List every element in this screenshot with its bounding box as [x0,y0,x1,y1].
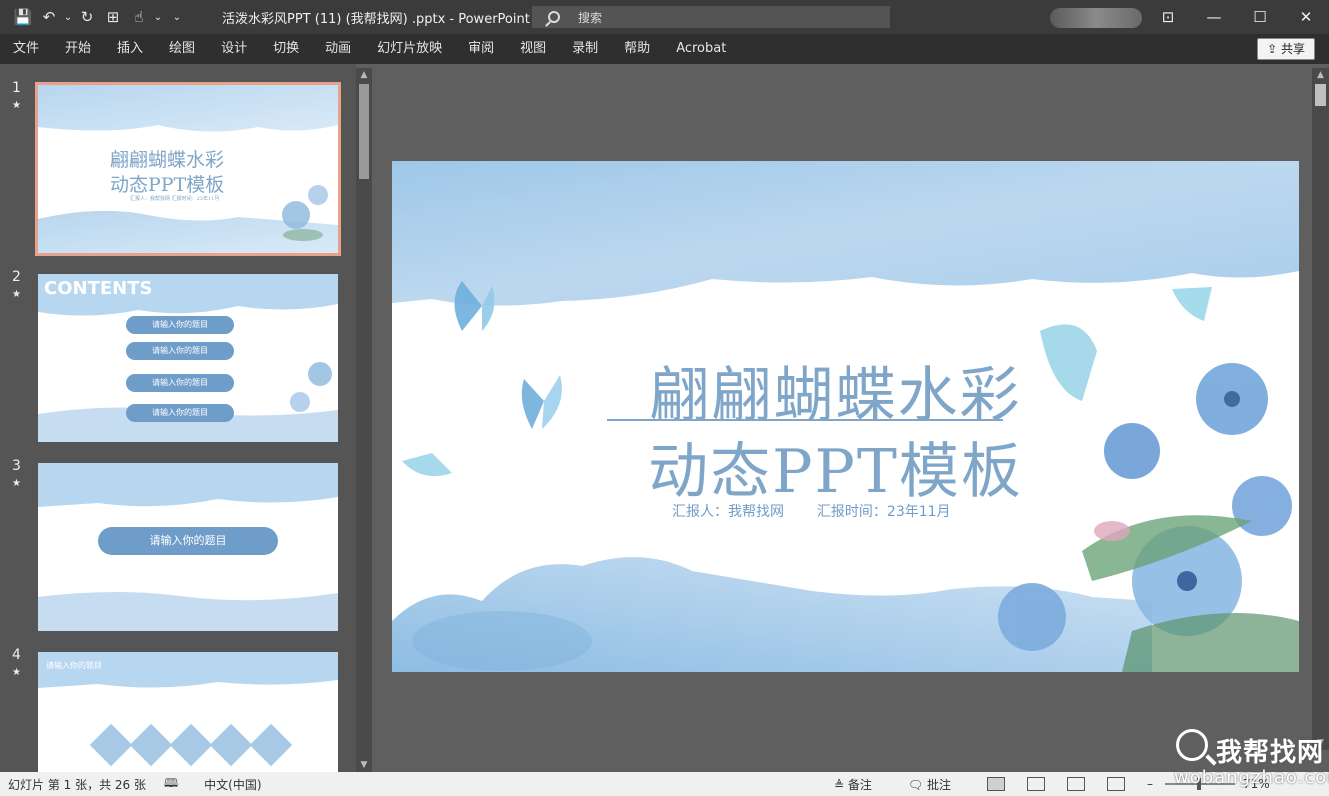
ribbon-tabs: 文件 开始 插入 绘图 设计 切换 动画 幻灯片放映 审阅 视图 录制 帮助 A… [0,34,1329,64]
site-watermark: 我帮找网 wobangzhao.com [1172,727,1329,793]
slide-thumbnail-4[interactable]: 请输入你的题目 [38,652,338,772]
thumb-item: 请输入你的题目 [126,316,234,334]
thumb-item: 请输入你的题目 [126,342,234,360]
tab-insert[interactable]: 插入 [104,34,156,64]
maximize-button[interactable]: ☐ [1237,0,1283,34]
accessibility-icon[interactable]: 🕮 [164,774,178,795]
scroll-thumb[interactable] [1315,84,1326,106]
close-button[interactable]: ✕ [1283,0,1329,34]
thumb-title-line2: 动态PPT模板 [110,174,225,196]
ribbon-display-icon[interactable]: ⊡ [1145,0,1191,34]
scroll-up-icon[interactable]: ▲ [356,68,372,82]
save-icon[interactable]: 💾 [10,8,36,26]
thumbnail-scrollbar[interactable]: ▲ ▼ [356,68,372,772]
thumb-heading: 请输入你的题目 [46,661,102,670]
slide-number: 4 [12,647,21,663]
slide-thumbnail-pane: 1 ★ 翩翩蝴蝶水彩 动态PPT模板 汇报人：我帮找网 汇报时间：23年11月 … [0,64,356,772]
editor-scrollbar[interactable]: ▲ ▼ [1312,68,1329,750]
watermark-cn: 我帮找网 [1216,738,1325,768]
magnifier-icon [1176,729,1208,761]
undo-icon[interactable]: ↶ [36,8,62,26]
thumb-subline: 汇报人：我帮找网 汇报时间：23年11月 [130,196,220,202]
tab-design[interactable]: 设计 [208,34,260,64]
tab-record[interactable]: 录制 [559,34,611,64]
tab-file[interactable]: 文件 [0,34,52,64]
tab-view[interactable]: 视图 [507,34,559,64]
thumb-item: 请输入你的题目 [126,374,234,392]
search-box[interactable]: 搜索 [532,6,890,28]
tab-animations[interactable]: 动画 [312,34,364,64]
comments-button[interactable]: 🗨 批注 [908,776,969,793]
zoom-out-icon[interactable]: – [1147,777,1153,791]
slide-title-line2[interactable]: 动态PPT模板 [392,423,1289,510]
slide-subtitle[interactable]: 汇报人：我帮找网 汇报时间：23年11月 [672,501,951,521]
touch-mode-icon[interactable]: ☝ [126,8,152,26]
tab-slideshow[interactable]: 幻灯片放映 [364,34,455,64]
reading-view-icon[interactable] [1066,777,1085,791]
minimize-button[interactable]: — [1191,0,1237,34]
notes-button[interactable]: ≜ 备注 [834,776,890,793]
reporter-text: 汇报人：我帮找网 [672,504,784,520]
share-icon: ⇪ [1267,42,1281,56]
slide-number: 1 [12,80,21,96]
share-label: 共享 [1280,42,1305,56]
scroll-up-icon[interactable]: ▲ [1312,68,1329,82]
thumb-banner: 请输入你的题目 [98,527,278,555]
account-avatar[interactable] [1050,8,1142,28]
language-indicator[interactable]: 中文(中国) [204,776,261,793]
slideshow-view-icon[interactable] [1106,777,1125,791]
share-button[interactable]: ⇪ 共享 [1257,38,1315,60]
redo-icon[interactable]: ↻ [74,8,100,26]
search-icon [548,11,560,23]
tab-review[interactable]: 审阅 [455,34,507,64]
tab-help[interactable]: 帮助 [611,34,663,64]
thumb-title-line1: 翩翩蝴蝶水彩 [110,149,225,171]
slide-thumbnail-1[interactable]: 翩翩蝴蝶水彩 动态PPT模板 汇报人：我帮找网 汇报时间：23年11月 [35,82,341,256]
undo-dropdown-icon[interactable]: ⌄ [62,12,74,23]
slide-thumbnail-3[interactable]: 请输入你的题目 [38,463,338,631]
watermark-en: wobangzhao.com [1174,767,1329,788]
scroll-down-icon[interactable]: ▼ [356,758,372,772]
thumb-item: 请输入你的题目 [126,404,234,422]
slide-canvas[interactable]: 翩翩蝴蝶水彩 动态PPT模板 汇报人：我帮找网 汇报时间：23年11月 [392,161,1299,672]
notes-label: 备注 [847,777,872,792]
slide-sorter-icon[interactable] [1026,777,1045,791]
comments-label: 批注 [926,777,951,792]
tab-home[interactable]: 开始 [52,34,104,64]
animation-star-icon: ★ [12,289,21,300]
slide-count: 幻灯片 第 1 张，共 26 张 [8,777,146,792]
tab-acrobat[interactable]: Acrobat [663,34,739,64]
customize-qa-icon[interactable]: ⌄ [164,12,190,23]
normal-view-icon[interactable] [986,777,1005,791]
tab-transitions[interactable]: 切换 [260,34,312,64]
scroll-thumb[interactable] [359,84,369,179]
animation-star-icon: ★ [12,667,21,678]
title-divider [607,419,1003,421]
quick-access-toolbar: 💾 ↶ ⌄ ↻ ⊞ ☝ ⌄ ⌄ [0,0,190,34]
thumb-contents-heading: CONTENTS [44,278,153,299]
search-placeholder: 搜索 [578,10,603,25]
animation-star-icon: ★ [12,478,21,489]
status-bar: 幻灯片 第 1 张，共 26 张 🕮 中文(中国) ≜ 备注 🗨 批注 – 71… [0,772,1329,796]
report-time-text: 汇报时间：23年11月 [816,504,951,520]
window-controls: ⊡ — ☐ ✕ [1145,0,1329,34]
animation-star-icon: ★ [12,100,21,111]
slide-number: 3 [12,458,21,474]
tab-draw[interactable]: 绘图 [156,34,208,64]
slide-thumbnail-2[interactable]: CONTENTS 请输入你的题目 请输入你的题目 请输入你的题目 请输入你的题目 [38,274,338,442]
touch-dropdown-icon[interactable]: ⌄ [152,12,164,23]
slide-number: 2 [12,269,21,285]
document-title: 活泼水彩风PPT (11) (我帮找网) .pptx - PowerPoint [222,12,530,27]
title-bar: 💾 ↶ ⌄ ↻ ⊞ ☝ ⌄ ⌄ 活泼水彩风PPT (11) (我帮找网) .pp… [0,0,1329,34]
present-icon[interactable]: ⊞ [100,8,126,26]
